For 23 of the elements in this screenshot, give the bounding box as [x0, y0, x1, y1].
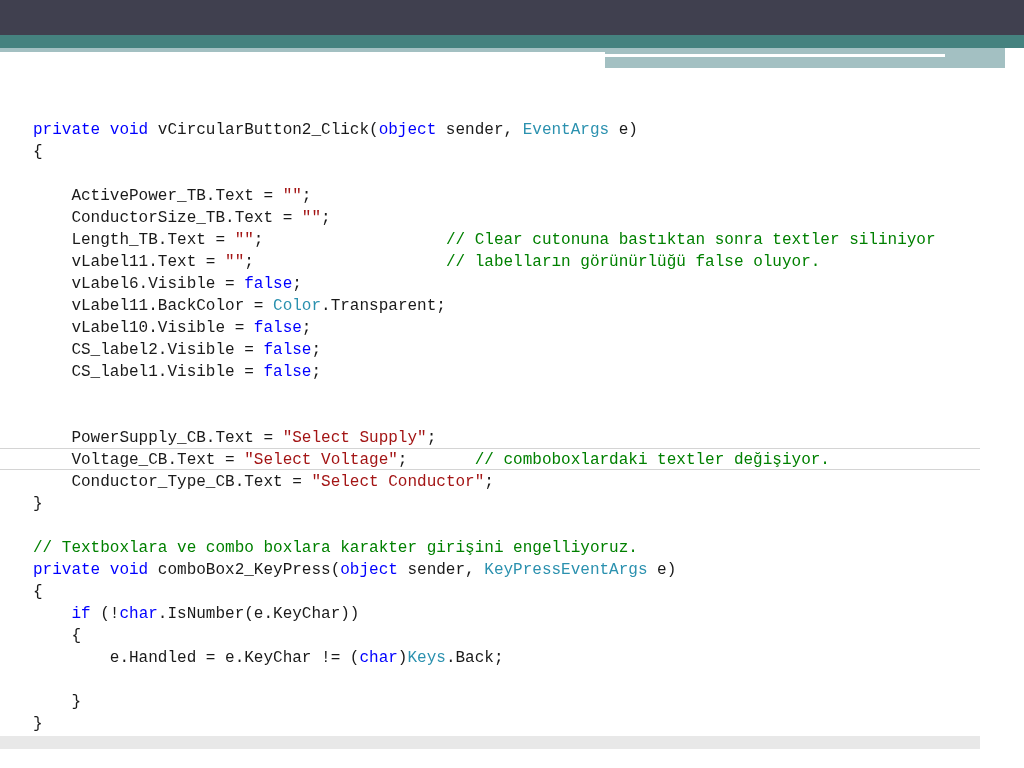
code-line: Voltage_CB.Text = "Select Voltage"; // comboboxlardaki textler değişiyor. [0, 448, 980, 470]
code-line: { [32, 142, 44, 162]
code-line: vLabel6.Visible = false; [70, 274, 303, 294]
code-line: CS_label1.Visible = false; [70, 362, 323, 382]
code-line: } [32, 714, 44, 734]
code-line: private void vCircularButton2_Click(object sender, EventArgs e) [32, 120, 639, 140]
code-line: } [70, 692, 82, 712]
code-line: private void comboBox2_KeyPress(object sender, KeyPressEventArgs e) [32, 560, 678, 580]
code-line: // Textboxlara ve combo boxlara karakter girişini engelliyoruz. [32, 538, 639, 558]
code-line: vLabel11.Text = ""; // labelların görünürlüğü false oluyor. [70, 252, 822, 272]
code-line: vLabel10.Visible = false; [70, 318, 313, 338]
code-line: { [32, 582, 44, 602]
code-line: Conductor_Type_CB.Text = "Select Conductor"; [70, 472, 495, 492]
code-line: CS_label2.Visible = false; [70, 340, 323, 360]
code-line: Length_TB.Text = ""; // Clear cutonuna bastıktan sonra textler siliniyor [70, 230, 937, 250]
code-line: ConductorSize_TB.Text = ""; [70, 208, 332, 228]
code-line: ActivePower_TB.Text = ""; [70, 186, 313, 206]
code-line: PowerSupply_CB.Text = "Select Supply"; [70, 428, 438, 448]
code-line: vLabel11.BackColor = Color.Transparent; [70, 296, 447, 316]
code-line: if (!char.IsNumber(e.KeyChar)) [70, 604, 361, 624]
code-line: } [32, 494, 44, 514]
code-line: e.Handled = e.KeyChar != (char)Keys.Back; [108, 648, 505, 668]
code-line: { [70, 626, 82, 646]
